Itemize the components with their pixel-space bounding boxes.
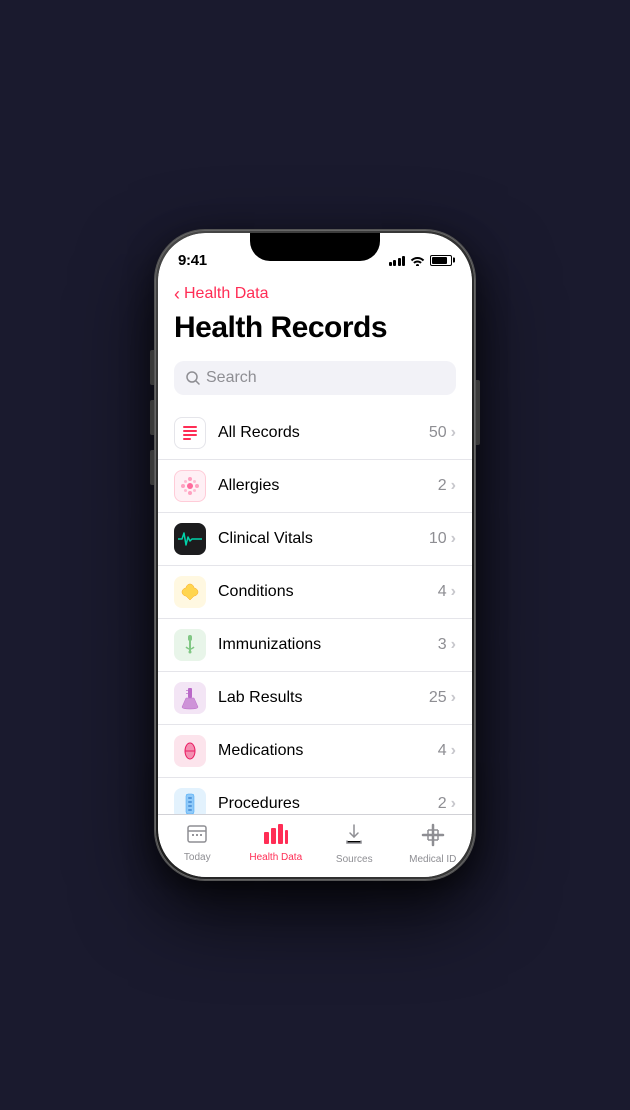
lab-count: 25 — [429, 689, 447, 707]
lab-content: Lab Results 25 › — [218, 689, 456, 707]
phone-inner: 9:41 ‹ — [158, 233, 472, 877]
medical-id-icon — [421, 823, 445, 851]
search-container: Search — [158, 355, 472, 407]
vitals-content: Clinical Vitals 10 › — [218, 530, 456, 548]
vitals-chevron-icon: › — [451, 530, 456, 548]
all-records-icon — [174, 417, 206, 449]
search-icon — [186, 371, 200, 385]
list-item[interactable]: Lab Results 25 › — [158, 672, 472, 725]
list-item[interactable]: Conditions 4 › — [158, 566, 472, 619]
tab-health-data[interactable]: Health Data — [237, 815, 316, 865]
battery-icon — [430, 255, 452, 266]
back-label: Health Data — [184, 285, 269, 303]
medications-content: Medications 4 › — [218, 742, 456, 760]
immunizations-count: 3 — [438, 636, 447, 654]
search-placeholder: Search — [206, 369, 257, 387]
list-item[interactable]: Clinical Vitals 10 › — [158, 513, 472, 566]
status-icons — [389, 254, 453, 266]
lab-chevron-icon: › — [451, 689, 456, 707]
all-records-count: 50 — [429, 424, 447, 442]
procedures-chevron-icon: › — [451, 795, 456, 813]
conditions-count: 4 — [438, 583, 447, 601]
conditions-label: Conditions — [218, 583, 294, 601]
procedures-icon — [174, 788, 206, 814]
medications-icon — [174, 735, 206, 767]
procedures-count: 2 — [438, 795, 447, 813]
signal-icon — [389, 254, 406, 266]
all-records-right: 50 › — [429, 424, 456, 442]
wifi-icon — [410, 255, 425, 266]
tab-bar: Today Health Data — [158, 814, 472, 877]
back-button[interactable]: ‹ Health Data — [174, 285, 456, 303]
immunizations-label: Immunizations — [218, 636, 321, 654]
health-data-tab-label: Health Data — [249, 852, 302, 863]
list-item[interactable]: Allergies 2 › — [158, 460, 472, 513]
tab-today[interactable]: Today — [158, 815, 237, 865]
screen: 9:41 ‹ — [158, 233, 472, 877]
procedures-right: 2 › — [438, 795, 456, 813]
page-title: Health Records — [158, 311, 472, 355]
lab-label: Lab Results — [218, 689, 303, 707]
all-records-chevron-icon: › — [451, 424, 456, 442]
allergies-right: 2 › — [438, 477, 456, 495]
notch — [250, 233, 380, 261]
immunizations-icon — [174, 629, 206, 661]
immunizations-right: 3 › — [438, 636, 456, 654]
all-records-label: All Records — [218, 424, 300, 442]
all-records-content: All Records 50 › — [218, 424, 456, 442]
allergies-label: Allergies — [218, 477, 279, 495]
conditions-content: Conditions 4 › — [218, 583, 456, 601]
medications-chevron-icon: › — [451, 742, 456, 760]
conditions-chevron-icon: › — [451, 583, 456, 601]
conditions-icon — [174, 576, 206, 608]
vitals-label: Clinical Vitals — [218, 530, 313, 548]
allergies-icon — [174, 470, 206, 502]
procedures-label: Procedures — [218, 795, 300, 813]
list-item[interactable]: Procedures 2 › — [158, 778, 472, 814]
list-item[interactable]: All Records 50 › — [158, 407, 472, 460]
sources-icon — [342, 823, 366, 851]
lab-icon — [174, 682, 206, 714]
list-item[interactable]: Immunizations 3 › — [158, 619, 472, 672]
allergies-content: Allergies 2 › — [218, 477, 456, 495]
medical-id-tab-label: Medical ID — [409, 854, 456, 865]
allergies-chevron-icon: › — [451, 477, 456, 495]
health-data-icon — [263, 823, 289, 849]
conditions-right: 4 › — [438, 583, 456, 601]
procedures-content: Procedures 2 › — [218, 795, 456, 813]
medications-right: 4 › — [438, 742, 456, 760]
today-icon — [185, 823, 209, 849]
allergies-count: 2 — [438, 477, 447, 495]
sources-tab-label: Sources — [336, 854, 373, 865]
immunizations-chevron-icon: › — [451, 636, 456, 654]
vitals-count: 10 — [429, 530, 447, 548]
status-time: 9:41 — [178, 252, 207, 269]
back-chevron-icon: ‹ — [174, 285, 180, 303]
today-tab-label: Today — [184, 852, 211, 863]
tab-medical-id[interactable]: Medical ID — [394, 815, 473, 865]
phone-frame: 9:41 ‹ — [155, 230, 475, 880]
lab-right: 25 › — [429, 689, 456, 707]
tab-sources[interactable]: Sources — [315, 815, 394, 865]
medications-count: 4 — [438, 742, 447, 760]
content-area[interactable]: ‹ Health Data Health Records Search — [158, 277, 472, 814]
search-bar[interactable]: Search — [174, 361, 456, 395]
medications-label: Medications — [218, 742, 303, 760]
list-item[interactable]: Medications 4 › — [158, 725, 472, 778]
nav-bar: ‹ Health Data — [158, 277, 472, 311]
immunizations-content: Immunizations 3 › — [218, 636, 456, 654]
records-list: All Records 50 › — [158, 407, 472, 814]
vitals-right: 10 › — [429, 530, 456, 548]
vitals-icon — [174, 523, 206, 555]
